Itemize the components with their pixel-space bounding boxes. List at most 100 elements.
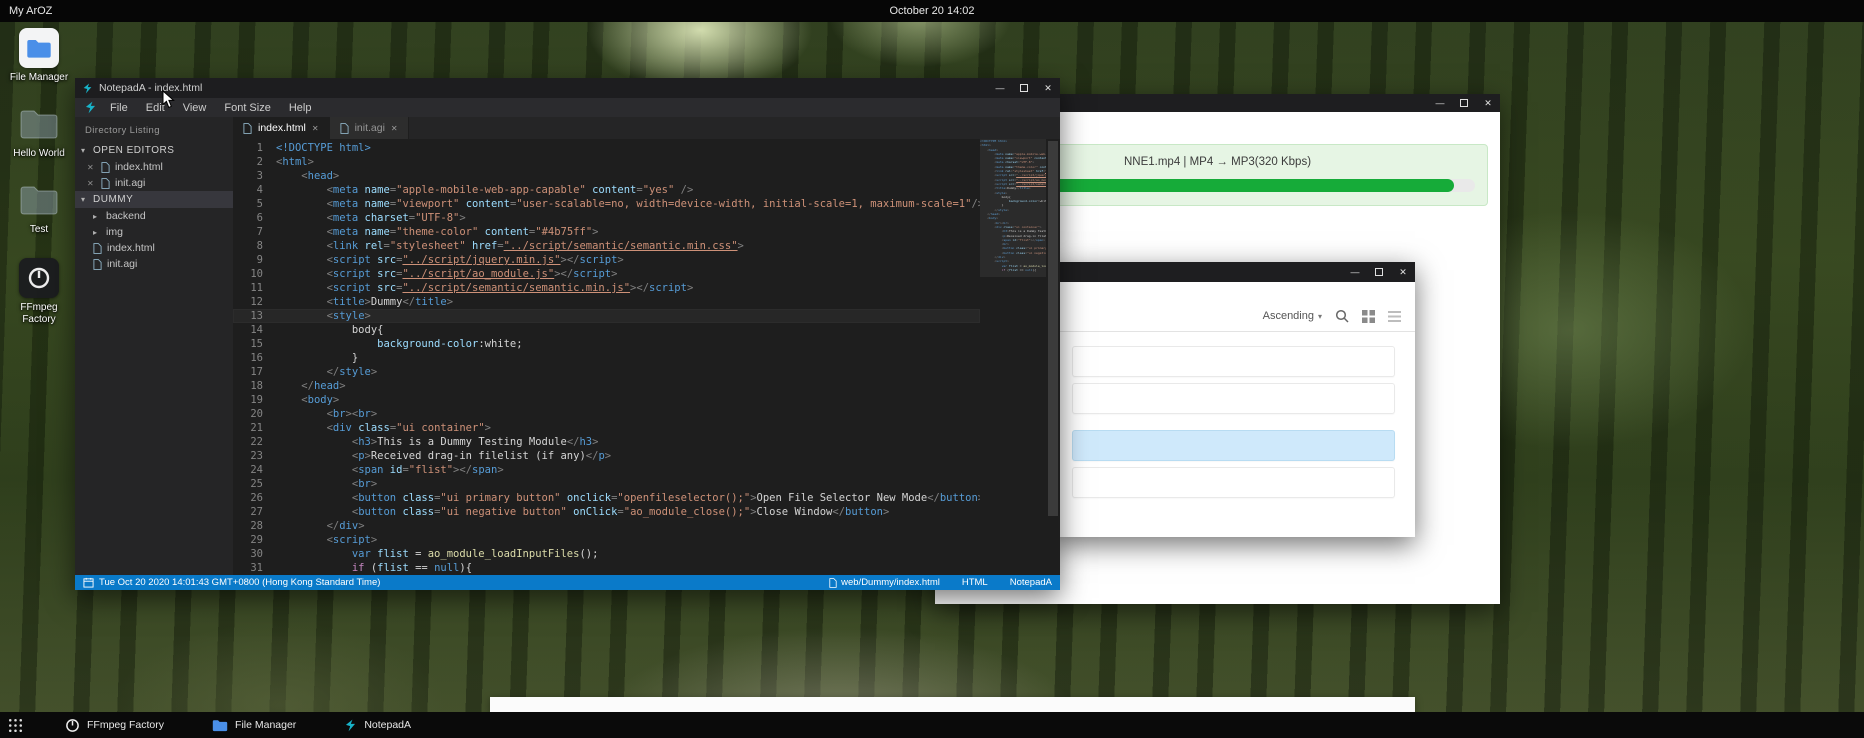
file-manager-icon bbox=[19, 28, 59, 68]
code-line[interactable]: 18 </head> bbox=[233, 379, 980, 393]
window-titlebar[interactable]: — ✕ bbox=[1052, 262, 1415, 282]
scrollbar-thumb[interactable] bbox=[1048, 141, 1058, 516]
menu-font-size[interactable]: Font Size bbox=[215, 98, 279, 117]
file-row[interactable] bbox=[1072, 346, 1395, 377]
minimap-viewport[interactable] bbox=[980, 139, 1046, 277]
close-icon[interactable]: ✕ bbox=[312, 124, 319, 133]
code-line[interactable]: 30 var flist = ao_module_loadInputFiles(… bbox=[233, 547, 980, 561]
close-button[interactable]: ✕ bbox=[1476, 94, 1500, 112]
menu-edit[interactable]: Edit bbox=[137, 98, 174, 117]
code-line[interactable]: 1<!DOCTYPE html> bbox=[233, 141, 980, 155]
code-area[interactable]: 1<!DOCTYPE html>2<html>3 <head>4 <meta n… bbox=[233, 139, 980, 575]
menu-bar: File Edit View Font Size Help bbox=[75, 98, 1060, 117]
line-number: 14 bbox=[233, 323, 263, 337]
code-line[interactable]: 24 <span id="flist"></span> bbox=[233, 463, 980, 477]
maximize-button[interactable] bbox=[1367, 262, 1391, 282]
taskbar-item-label: FFmpeg Factory bbox=[87, 719, 164, 731]
system-menu[interactable]: My ArOZ bbox=[0, 5, 52, 17]
code-line[interactable]: 3 <head> bbox=[233, 169, 980, 183]
code-line[interactable]: 11 <script src="../script/semantic/seman… bbox=[233, 281, 980, 295]
code-line[interactable]: 31 if (flist == null){ bbox=[233, 561, 980, 575]
taskbar-item-file-manager[interactable]: File Manager bbox=[206, 712, 302, 738]
code-line[interactable]: 28 </div> bbox=[233, 519, 980, 533]
section-project-dummy[interactable]: ▾ DUMMY bbox=[75, 191, 233, 208]
file-tree-sidebar: Directory Listing ▾ OPEN EDITORS ✕ index… bbox=[75, 117, 233, 575]
menu-view[interactable]: View bbox=[174, 98, 216, 117]
notepada-window[interactable]: NotepadA - index.html — ✕ File Edit View… bbox=[75, 78, 1060, 590]
code-line[interactable]: 15 background-color:white; bbox=[233, 337, 980, 351]
menu-help[interactable]: Help bbox=[280, 98, 321, 117]
file-row[interactable] bbox=[1072, 467, 1395, 498]
tree-folder-backend[interactable]: ▸ backend bbox=[75, 208, 233, 224]
file-row-selected[interactable] bbox=[1072, 430, 1395, 461]
desktop-icon-file-manager[interactable]: File Manager bbox=[6, 28, 72, 84]
line-number: 7 bbox=[233, 225, 263, 239]
open-editor-index-html[interactable]: ✕ index.html bbox=[75, 159, 233, 175]
maximize-button[interactable] bbox=[1012, 78, 1036, 98]
code-line[interactable]: 25 <br> bbox=[233, 477, 980, 491]
file-row[interactable] bbox=[1072, 383, 1395, 414]
search-icon[interactable] bbox=[1335, 309, 1349, 323]
sort-order-dropdown[interactable]: Ascending ▾ bbox=[1263, 310, 1322, 322]
minimize-button[interactable]: — bbox=[988, 78, 1012, 98]
line-number: 5 bbox=[233, 197, 263, 211]
code-line[interactable]: 20 <br><br> bbox=[233, 407, 980, 421]
tree-folder-img[interactable]: ▸ img bbox=[75, 224, 233, 240]
tab-init-agi[interactable]: init.agi ✕ bbox=[330, 117, 409, 139]
desktop-icon-test[interactable]: Test bbox=[6, 180, 72, 236]
close-button[interactable]: ✕ bbox=[1391, 262, 1415, 282]
code-line[interactable]: 26 <button class="ui primary button" onc… bbox=[233, 491, 980, 505]
menu-file[interactable]: File bbox=[101, 98, 137, 117]
close-icon[interactable]: ✕ bbox=[391, 124, 398, 133]
desktop-icon-ffmpeg-factory[interactable]: FFmpeg Factory bbox=[6, 258, 72, 326]
file-toolbar: Ascending ▾ bbox=[1052, 282, 1415, 332]
list-view-icon[interactable] bbox=[1388, 311, 1401, 322]
code-line[interactable]: 8 <link rel="stylesheet" href="../script… bbox=[233, 239, 980, 253]
taskbar-item-ffmpeg-factory[interactable]: FFmpeg Factory bbox=[59, 712, 170, 738]
close-button[interactable]: ✕ bbox=[1036, 78, 1060, 98]
line-number: 17 bbox=[233, 365, 263, 379]
language-mode[interactable]: HTML bbox=[962, 577, 988, 588]
window-titlebar[interactable]: NotepadA - index.html — ✕ bbox=[75, 78, 1060, 98]
code-line[interactable]: 12 <title>Dummy</title> bbox=[233, 295, 980, 309]
section-open-editors[interactable]: ▾ OPEN EDITORS bbox=[75, 142, 233, 159]
taskbar-item-notepada[interactable]: NotepadA bbox=[338, 712, 417, 738]
close-icon[interactable]: ✕ bbox=[87, 163, 96, 172]
code-line[interactable]: 23 <p>Received drag-in filelist (if any)… bbox=[233, 449, 980, 463]
code-line[interactable]: 9 <script src="../script/jquery.min.js">… bbox=[233, 253, 980, 267]
open-editor-init-agi[interactable]: ✕ init.agi bbox=[75, 175, 233, 191]
code-line[interactable]: 27 <button class="ui negative button" on… bbox=[233, 505, 980, 519]
code-line[interactable]: 2<html> bbox=[233, 155, 980, 169]
code-line[interactable]: 22 <h3>This is a Dummy Testing Module</h… bbox=[233, 435, 980, 449]
minimize-button[interactable]: — bbox=[1343, 262, 1367, 282]
notepada-logo-icon bbox=[82, 83, 93, 94]
tree-file-index-html[interactable]: index.html bbox=[75, 240, 233, 256]
app-launcher-icon[interactable] bbox=[8, 718, 23, 733]
code-line[interactable]: 6 <meta charset="UTF-8"> bbox=[233, 211, 980, 225]
code-line[interactable]: 16 } bbox=[233, 351, 980, 365]
file-icon bbox=[243, 123, 252, 134]
code-line[interactable]: 5 <meta name="viewport" content="user-sc… bbox=[233, 197, 980, 211]
desktop-icon-hello-world[interactable]: Hello World bbox=[6, 104, 72, 160]
code-line[interactable]: 7 <meta name="theme-color" content="#4b7… bbox=[233, 225, 980, 239]
minimap[interactable]: <!DOCTYPE html><html> <head> <meta name=… bbox=[980, 139, 1046, 575]
tree-file-init-agi[interactable]: init.agi bbox=[75, 256, 233, 272]
editor-scrollbar[interactable] bbox=[1046, 139, 1060, 575]
code-line[interactable]: 29 <script> bbox=[233, 533, 980, 547]
code-line[interactable]: 19 <body> bbox=[233, 393, 980, 407]
taskbar-item-label: File Manager bbox=[235, 719, 296, 731]
code-line[interactable]: 17 </style> bbox=[233, 365, 980, 379]
chevron-down-icon: ▾ bbox=[1318, 312, 1322, 321]
minimize-button[interactable]: — bbox=[1428, 94, 1452, 112]
grid-view-icon[interactable] bbox=[1362, 310, 1375, 323]
code-line[interactable]: 10 <script src="../script/ao_module.js">… bbox=[233, 267, 980, 281]
close-icon[interactable]: ✕ bbox=[87, 179, 96, 188]
line-number: 25 bbox=[233, 477, 263, 491]
tab-index-html[interactable]: index.html ✕ bbox=[233, 117, 330, 139]
code-line[interactable]: 14 body{ bbox=[233, 323, 980, 337]
code-line[interactable]: 4 <meta name="apple-mobile-web-app-capab… bbox=[233, 183, 980, 197]
file-selector-window[interactable]: — ✕ Ascending ▾ bbox=[1052, 262, 1415, 537]
code-line[interactable]: 21 <div class="ui container"> bbox=[233, 421, 980, 435]
maximize-button[interactable] bbox=[1452, 94, 1476, 112]
code-line[interactable]: 13 <style> bbox=[233, 309, 980, 323]
